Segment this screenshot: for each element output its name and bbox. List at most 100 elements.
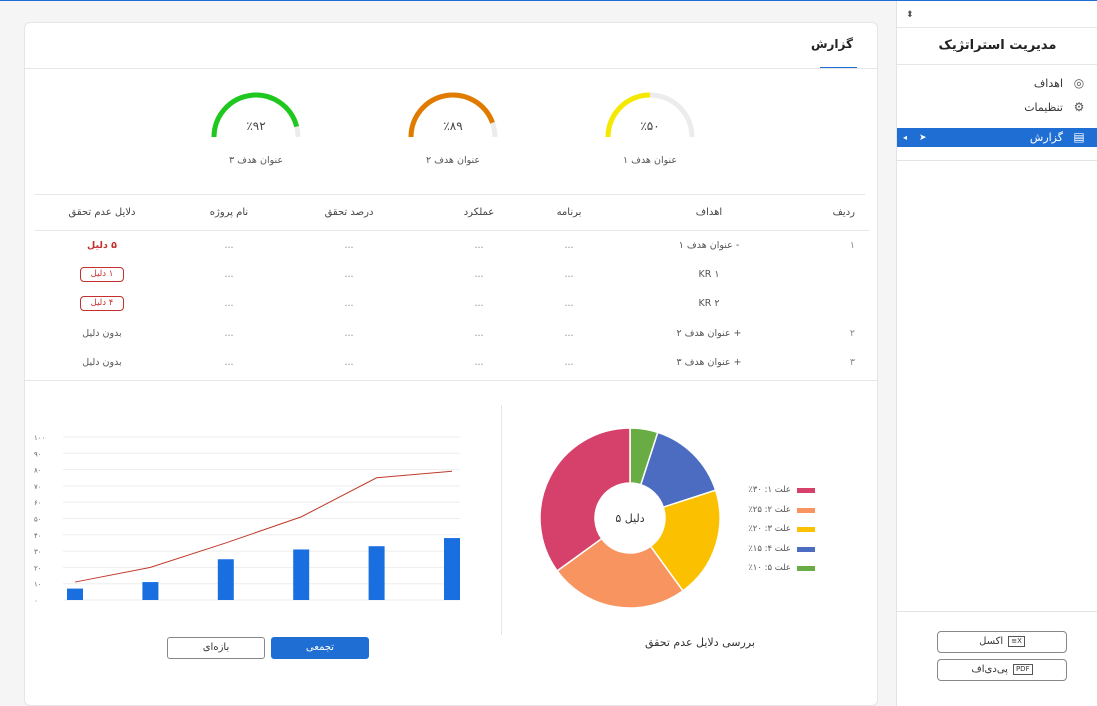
cell-program: ... (564, 298, 574, 310)
y-tick-label: ۷۰ (34, 483, 42, 491)
legend-item: علت ۳: ۲۰٪ (725, 524, 815, 544)
mouse-cursor-icon: ➤ (919, 133, 927, 143)
donut-slice[interactable] (539, 427, 631, 572)
section-divider (35, 194, 865, 195)
cell-performance: ... (474, 268, 484, 280)
section-divider (25, 380, 877, 381)
cell-program: ... (564, 327, 574, 339)
cumulative-button[interactable]: تجمعی (271, 637, 369, 659)
excel-icon: X≡ (1008, 635, 1025, 647)
table-row[interactable]: ۳ + عنوان هدف ۳ ... ... ... ... بدون دلی… (35, 348, 869, 378)
cell-reason: ۱ دلیل (35, 260, 169, 290)
table-row[interactable]: ۲ + عنوان هدف ۲ ... ... ... ... بدون دلی… (35, 319, 869, 349)
sidebar-item-goals[interactable]: ◎ اهداف (897, 74, 1097, 93)
reason-pill[interactable]: ۱ دلیل (79, 266, 125, 282)
legend-label: علت ۵: ۱۰٪ (748, 563, 791, 573)
cell-program: ... (564, 239, 574, 251)
y-tick-label: ۶۰ (34, 499, 42, 507)
cell-performance: ... (474, 239, 484, 251)
table-row[interactable]: KR ۱ ... ... ... ... ۱ دلیل (35, 260, 869, 290)
cell-performance: ... (474, 327, 484, 339)
col-header-reasons: دلایل عدم تحقق (35, 196, 169, 231)
col-header-row: ردیف (829, 196, 869, 231)
export-pdf-button[interactable]: PDF پی‌دی‌اف (937, 659, 1067, 681)
sidebar-title: مدیریت استراتژیک (897, 27, 1097, 65)
line-series (74, 470, 453, 583)
gauge-goal-1: ٪۵۰ عنوان هدف ۱ (600, 91, 700, 171)
legend-item: علت ۲: ۲۵٪ (725, 505, 815, 525)
clipboard-icon: ▤ (1073, 130, 1085, 144)
col-header-goals: اهداف (589, 196, 829, 231)
y-tick-label: ۴۰ (34, 532, 42, 540)
table-row[interactable]: KR ۲ ... ... ... ... ۴ دلیل (35, 289, 869, 319)
cell-row: ۳ (849, 357, 855, 369)
export-excel-label: اکسل (979, 636, 1004, 647)
table-header-row: ردیف اهداف برنامه عملکرد درصد تحقق نام پ… (35, 196, 869, 231)
cell-goal[interactable]: + عنوان هدف ۳ (589, 348, 829, 378)
cell-performance: ... (474, 357, 484, 369)
sidebar-item-report[interactable]: ▤ گزارش ➤ ◂ (897, 128, 1097, 147)
pin-icon[interactable]: ⬍ (906, 10, 914, 20)
pie-legend: علت ۱: ۳۰٪ علت ۲: ۲۵٪ علت ۳: ۲۰٪ علت ۴: … (725, 485, 815, 583)
gauge-label: عنوان هدف ۲ (425, 155, 481, 166)
y-tick-label: ۲۰ (34, 564, 42, 572)
sidebar-divider (897, 160, 1097, 161)
sidebar-divider (897, 611, 1097, 612)
cell-performance: ... (474, 298, 484, 310)
bar[interactable] (67, 588, 83, 600)
cell-reason: بدون دلیل (82, 357, 122, 369)
bar[interactable] (293, 549, 310, 600)
y-tick-label: ۸۰ (34, 467, 42, 475)
header-divider (25, 68, 877, 69)
progress-chart: ۰۱۰۲۰۳۰۴۰۵۰۶۰۷۰۸۰۹۰۱۰۰فروردیناردیبهشتخرد… (34, 434, 460, 605)
col-header-performance: عملکرد (409, 196, 549, 231)
cell-goal[interactable]: + عنوان هدف ۲ (589, 319, 829, 349)
cell-row: ۲ (849, 327, 855, 339)
report-card: گزارش ٪۵۰ عنوان هدف ۱ ٪۸۹ عنوان هدف ۲ ٪۹… (24, 22, 878, 706)
cell-program: ... (564, 268, 574, 280)
cell-reason: ۴ دلیل (35, 289, 169, 319)
cell-goal[interactable]: - عنوان هدف ۱ (589, 230, 829, 260)
y-tick-label: ۱۰ (34, 581, 42, 589)
bar[interactable] (142, 582, 159, 600)
cell-project: ... (224, 327, 234, 339)
reason-pill[interactable]: ۴ دلیل (79, 296, 125, 312)
y-tick-label: ۵۰ (34, 516, 42, 524)
y-tick-label: ۱۰۰ (34, 434, 45, 442)
sidebar-item-label: تنظیمات (1024, 101, 1063, 114)
gauge-value: ٪۸۹ (443, 119, 463, 133)
cell-percent: ... (344, 239, 354, 251)
legend-swatch (797, 566, 815, 571)
cell-goal: KR ۱ (698, 268, 720, 280)
bar[interactable] (444, 538, 460, 600)
cell-project: ... (224, 357, 234, 369)
periodic-button[interactable]: بازه‌ای (167, 637, 265, 659)
tab-report[interactable]: گزارش (811, 37, 853, 51)
cell-project: ... (224, 268, 234, 280)
legend-label: علت ۴: ۱۵٪ (748, 543, 791, 554)
goals-table: ردیف اهداف برنامه عملکرد درصد تحقق نام پ… (35, 196, 869, 378)
chevron-left-icon[interactable]: ◂ (903, 128, 907, 147)
cell-percent: ... (344, 268, 354, 280)
export-excel-button[interactable]: X≡ اکسل (937, 631, 1067, 653)
pdf-icon: PDF (1012, 663, 1033, 675)
cell-project: ... (224, 239, 234, 251)
legend-swatch (797, 527, 815, 532)
bar[interactable] (217, 559, 234, 600)
gauge-label: عنوان هدف ۱ (622, 155, 678, 166)
cell-program: ... (564, 357, 574, 369)
table-row[interactable]: ۱ - عنوان هدف ۱ ... ... ... ... ۵ دلیل (35, 230, 869, 260)
export-pdf-label: پی‌دی‌اف (971, 664, 1008, 675)
gauge-goal-3: ٪۹۲ عنوان هدف ۳ (206, 91, 306, 171)
cell-reason: بدون دلیل (82, 327, 122, 339)
gear-icon: ⚙ (1073, 100, 1085, 114)
col-header-percent: درصد تحقق (289, 196, 409, 231)
bar[interactable] (368, 546, 385, 600)
cell-reason-link[interactable]: ۵ دلیل (35, 230, 169, 260)
sidebar-item-settings[interactable]: ⚙ تنظیمات (897, 98, 1097, 117)
legend-item: علت ۱: ۳۰٪ (725, 485, 815, 505)
gauge-value: ٪۵۰ (640, 119, 660, 133)
sidebar-item-label: اهداف (1033, 77, 1063, 90)
sidebar-item-label: گزارش (1029, 131, 1063, 144)
sidebar: ⬍ مدیریت استراتژیک ◎ اهداف ⚙ تنظیمات ▤ گزار… (896, 1, 1097, 706)
